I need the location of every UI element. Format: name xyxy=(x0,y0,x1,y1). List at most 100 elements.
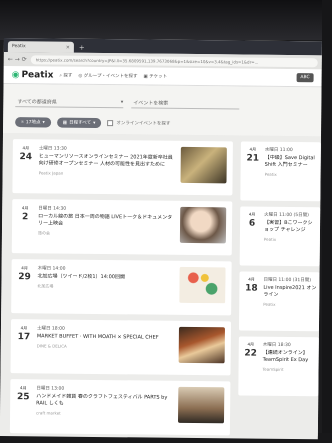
event-list-left: 4月 24 土曜日 13:30 ヒューマンリソースオンラインセミナー 2021年度新… xyxy=(9,139,233,436)
event-date: 4月 2 xyxy=(16,205,34,247)
event-organizer: 北加広場 xyxy=(37,283,54,289)
nav-tickets-label: チケット xyxy=(149,74,168,80)
nav-search-label: 探す xyxy=(63,73,73,79)
event-organizer: Peatix xyxy=(263,236,277,242)
event-card[interactable]: 4月 17 土曜日 18:00 MARKET BUFFET · WITH MOATH… xyxy=(10,319,232,376)
event-organizer: Peatix Japan xyxy=(38,170,64,176)
url-field[interactable]: https://peatix.com/search?country=JP&l.l… xyxy=(30,54,318,67)
event-month: 4月 xyxy=(21,265,28,271)
event-thumbnail[interactable] xyxy=(179,206,227,244)
monitor-bezel-top xyxy=(0,0,332,40)
nav-groups-label: グループ・イベントを探す xyxy=(83,73,138,79)
chevron-down-icon: ▾ xyxy=(93,120,96,126)
event-card[interactable]: 4月 25 日曜日 13:00 ハンドメイド雑貨 春のクラフトフェスティバル PAR… xyxy=(9,379,231,436)
event-time: 日曜日 13:00 xyxy=(36,386,65,392)
nav-tickets[interactable]: ▣ チケット xyxy=(143,73,167,79)
event-organizer: craft market xyxy=(36,410,61,416)
event-day: 18 xyxy=(245,283,258,294)
event-month: 4月 xyxy=(247,341,255,347)
event-date: 4月 25 xyxy=(14,385,32,427)
tab-title: Peatix xyxy=(11,44,26,50)
keyword-input[interactable]: イベントを検索 xyxy=(131,97,240,110)
event-month: 4月 xyxy=(20,325,28,331)
place-chip-label: 17地点 xyxy=(25,120,41,126)
event-thumbnail[interactable] xyxy=(180,146,227,184)
event-month: 4月 xyxy=(248,276,255,282)
event-time: 日曜日 11:00 (31日間) xyxy=(263,277,312,284)
checkbox-box[interactable] xyxy=(107,120,114,127)
event-date: 4月 21 xyxy=(243,147,262,196)
event-time: 日曜日 14:30 xyxy=(38,206,67,212)
event-date: 4月 29 xyxy=(15,265,33,307)
event-card[interactable]: 4月 24 土曜日 13:30 ヒューマンリソースオンラインセミナー 2021年度新… xyxy=(12,139,233,196)
online-checkbox-label: オンラインイベントを探す xyxy=(116,121,171,127)
nav-search[interactable]: ⌕ 探す xyxy=(59,72,72,78)
event-card[interactable]: 4月 6 火曜日 11:00 (5日間) 【実習】Bこワークショップ チャレンジ Pe… xyxy=(239,206,321,267)
event-time: 土曜日 18:00 xyxy=(36,326,65,332)
event-thumbnail[interactable] xyxy=(177,386,225,424)
location-select-label: すべての都道府県 xyxy=(17,98,57,106)
event-date: 4月 6 xyxy=(243,212,262,261)
event-card[interactable]: 4月 29 木曜日 14:00 北加広場（ツイード/2枚1）14:00回開 北加広場 xyxy=(11,259,232,316)
logo-mark-icon: ◉ xyxy=(11,69,20,80)
event-thumbnail[interactable] xyxy=(178,326,225,364)
chevron-down-icon: ▾ xyxy=(120,99,124,106)
event-day: 21 xyxy=(246,153,260,164)
event-month: 4月 xyxy=(248,211,256,217)
monitor-bezel-right xyxy=(322,0,332,443)
date-chip[interactable]: ▦ 日程すべて ▾ xyxy=(56,117,102,129)
calendar-icon: ▦ xyxy=(62,120,68,126)
event-day: 24 xyxy=(19,152,33,163)
event-day: 25 xyxy=(16,392,30,403)
event-time: 木曜日 14:00 xyxy=(37,266,66,272)
event-day: 6 xyxy=(248,218,256,229)
event-organizer: Peatix xyxy=(263,301,276,307)
online-checkbox[interactable]: オンラインイベントを探す xyxy=(107,120,170,127)
event-month: 4月 xyxy=(22,145,30,151)
peatix-logo[interactable]: ◉ Peatix xyxy=(12,70,54,80)
event-title[interactable]: ハンドメイド雑貨 春のクラフトフェスティバル PARTS by RAIL しくも xyxy=(36,393,174,408)
event-date: 4月 24 xyxy=(16,145,34,187)
chevron-down-icon: ▾ xyxy=(42,119,45,125)
event-time: 土曜日 13:30 xyxy=(38,146,67,152)
event-organizer: DINE & DELICA xyxy=(36,343,67,349)
event-title[interactable]: 【実習】Bこワークショップ チャレンジ xyxy=(264,220,317,235)
event-title[interactable]: ヒューマンリソースオンラインセミナー 2021年度新卒社員向け研修オープンセミナ… xyxy=(39,153,177,168)
event-card[interactable]: 4月 18 日曜日 11:00 (31日間) Live Inspire2021 オン… xyxy=(238,271,320,332)
event-month: 4月 xyxy=(249,146,257,152)
keyword-input-label: イベントを検索 xyxy=(133,99,169,107)
close-icon[interactable]: × xyxy=(66,44,70,50)
nav-arrows-icon[interactable]: ← → ⟳ xyxy=(8,56,27,63)
logo-text: Peatix xyxy=(21,69,54,81)
location-select[interactable]: すべての都道府県 ▾ xyxy=(15,96,124,109)
new-tab-icon[interactable]: + xyxy=(79,44,85,52)
event-card[interactable]: 4月 21 水曜日 11:00 【中級】Save Digital Shift 入門セ… xyxy=(240,141,321,202)
browser-screen: Peatix × + ← → ⟳ https://peatix.com/sear… xyxy=(0,38,322,440)
event-organizer: Peatix xyxy=(264,171,277,177)
event-title[interactable]: ローカル線の旅 日本一周の物語 LIVEトーク＆ドキュメンタリー上映会 xyxy=(38,213,176,228)
event-card[interactable]: 4月 22 木曜日 18:30 【連続オンライン】TeamSpirit Ex Day… xyxy=(238,336,319,397)
event-time: 木曜日 18:30 xyxy=(262,342,291,349)
event-day: 22 xyxy=(244,348,258,359)
event-day: 17 xyxy=(17,332,31,343)
event-thumbnail[interactable] xyxy=(179,266,226,304)
browser-tab[interactable]: Peatix × xyxy=(7,41,74,53)
event-list-right: 4月 21 水曜日 11:00 【中級】Save Digital Shift 入門セ… xyxy=(238,141,321,436)
account-button[interactable]: ABC xyxy=(296,73,314,83)
place-chip[interactable]: ⌾ 17地点 ▾ xyxy=(15,117,51,128)
event-organizer: TeamSpirit xyxy=(262,366,284,372)
nav-groups[interactable]: ◎ グループ・イベントを探す xyxy=(78,72,137,79)
event-date: 4月 17 xyxy=(15,325,33,367)
event-title[interactable]: MARKET BUFFET · WITH MOATH × SPECIAL CHE… xyxy=(37,333,175,341)
event-title[interactable]: 【連続オンライン】TeamSpirit Ex Day xyxy=(263,350,316,365)
event-date: 4月 18 xyxy=(242,277,261,326)
event-month: 4月 xyxy=(20,385,27,391)
event-month: 4月 xyxy=(21,205,29,211)
event-card[interactable]: 4月 2 日曜日 14:30 ローカル線の旅 日本一周の物語 LIVEトーク＆ドキュ… xyxy=(11,199,233,256)
event-time: 火曜日 11:00 (5日間) xyxy=(264,212,309,219)
event-day: 29 xyxy=(18,272,31,283)
event-title[interactable]: Live Inspire2021 オンライン xyxy=(263,285,316,300)
event-title[interactable]: 【中級】Save Digital Shift 入門セミナー xyxy=(265,155,318,170)
event-date: 4月 22 xyxy=(241,342,260,391)
event-title[interactable]: 北加広場（ツイード/2枚1）14:00回開 xyxy=(37,273,175,281)
